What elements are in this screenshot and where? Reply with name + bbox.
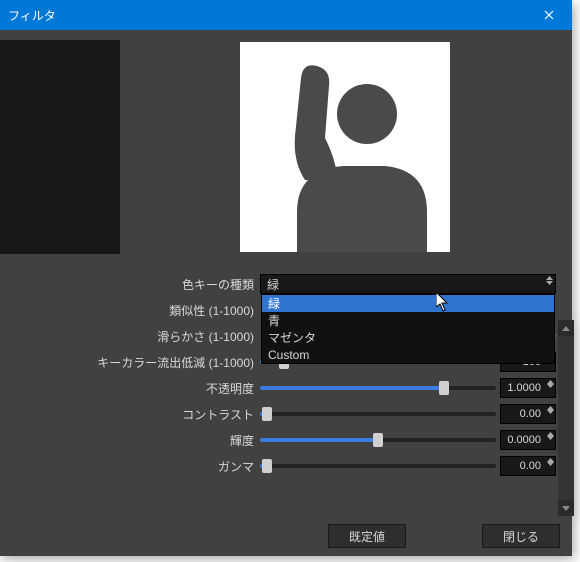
dropdown-option-magenta[interactable]: マゼンタ	[262, 329, 554, 346]
label-similarity: 類似性 (1-1000)	[0, 302, 260, 319]
window-close-button[interactable]	[526, 0, 572, 30]
select-spinner[interactable]	[546, 276, 553, 285]
label-spill: キーカラー流出低減 (1-1000)	[0, 354, 260, 371]
person-silhouette-icon	[245, 52, 445, 252]
label-smoothness: 滑らかさ (1-1000)	[0, 328, 260, 345]
chevron-up-icon	[562, 326, 570, 331]
brightness-value[interactable]: 0.0000	[500, 430, 556, 450]
opacity-slider[interactable]	[260, 386, 496, 390]
slider-thumb[interactable]	[262, 407, 272, 421]
select-value: 緑	[267, 276, 279, 293]
preview-row	[0, 40, 564, 254]
gamma-value[interactable]: 0.00	[500, 456, 556, 476]
close-icon	[544, 8, 554, 23]
key-color-type-select[interactable]: 緑 緑 青 マゼンタ Custom	[260, 274, 556, 294]
dropdown-option-blue[interactable]: 青	[262, 312, 554, 329]
label-opacity: 不透明度	[0, 380, 260, 397]
key-color-type-dropdown[interactable]: 緑 青 マゼンタ Custom	[261, 294, 555, 364]
opacity-value[interactable]: 1.0000	[500, 378, 556, 398]
scroll-down-button[interactable]	[558, 500, 574, 516]
slider-thumb[interactable]	[262, 459, 272, 473]
title-bar: フィルタ	[0, 0, 572, 30]
controls-panel: 色キーの種類 緑 緑 青 マゼンタ Custom	[0, 272, 564, 480]
slider-thumb[interactable]	[373, 433, 383, 447]
gamma-slider[interactable]	[260, 464, 496, 468]
chevron-down-icon	[562, 506, 570, 511]
label-brightness: 輝度	[0, 432, 260, 449]
chevron-up-icon	[546, 276, 553, 280]
dropdown-option-custom[interactable]: Custom	[262, 346, 554, 363]
label-key-type: 色キーの種類	[0, 276, 260, 293]
preview-after	[132, 40, 558, 254]
window-title: フィルタ	[8, 7, 56, 24]
brightness-slider[interactable]	[260, 438, 496, 442]
preview-image	[240, 42, 450, 252]
defaults-button[interactable]: 既定値	[328, 524, 406, 548]
chevron-down-icon	[546, 281, 553, 285]
contrast-slider[interactable]	[260, 412, 496, 416]
slider-thumb[interactable]	[439, 381, 449, 395]
dialog-window: フィルタ	[0, 0, 572, 556]
preview-before	[0, 40, 120, 254]
dialog-content: 色キーの種類 緑 緑 青 マゼンタ Custom	[0, 30, 572, 556]
button-row: 既定値 閉じる	[328, 524, 560, 548]
scroll-up-button[interactable]	[558, 320, 574, 336]
dropdown-option-green[interactable]: 緑	[262, 295, 554, 312]
close-button[interactable]: 閉じる	[482, 524, 560, 548]
label-contrast: コントラスト	[0, 406, 260, 423]
label-gamma: ガンマ	[0, 458, 260, 475]
scrollbar-track[interactable]	[558, 336, 574, 502]
contrast-value[interactable]: 0.00	[500, 404, 556, 424]
